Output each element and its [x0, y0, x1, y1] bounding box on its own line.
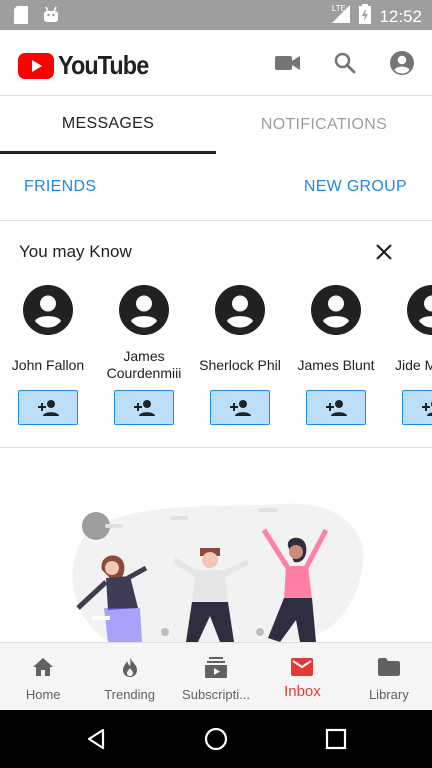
- friends-button[interactable]: FRIENDS: [24, 178, 96, 196]
- nav-label: Library: [368, 687, 409, 702]
- nav-library[interactable]: Library: [346, 643, 432, 710]
- divider: [0, 447, 432, 448]
- new-group-button[interactable]: NEW GROUP: [304, 178, 407, 196]
- search-icon[interactable]: [330, 48, 360, 78]
- sd-card-icon: [14, 6, 28, 29]
- add-friend-button[interactable]: [306, 390, 366, 425]
- avatar[interactable]: [118, 284, 170, 336]
- youtube-play-icon: [18, 52, 54, 79]
- signal-icon: [331, 4, 351, 29]
- logo-text: YouTube: [58, 50, 149, 80]
- inbox-tabs: MESSAGES NOTIFICATIONS: [0, 96, 432, 154]
- nav-subscriptions[interactable]: Subscripti...: [173, 643, 259, 710]
- nav-label: Home: [25, 687, 61, 702]
- recents-icon[interactable]: [321, 724, 351, 754]
- nav-label: Inbox: [284, 683, 321, 700]
- home-button-icon[interactable]: [201, 724, 231, 754]
- nav-home[interactable]: Home: [0, 643, 86, 710]
- avatar[interactable]: [214, 284, 266, 336]
- person-add-icon: [326, 399, 347, 416]
- action-row: FRIENDS NEW GROUP: [0, 154, 432, 221]
- nav-trending[interactable]: Trending: [86, 643, 172, 710]
- suggestions-title: You may Know: [19, 242, 132, 261]
- mail-icon: [290, 655, 314, 679]
- add-friend-button[interactable]: [210, 390, 270, 425]
- person-name: James Blunt: [297, 356, 375, 373]
- person-name: Sherlock Phil: [199, 356, 281, 373]
- bottom-navigation: Home Trending Subscripti... Inbox Librar…: [0, 642, 432, 710]
- suggestion-card: James Blunt: [288, 284, 384, 425]
- folder-icon: [377, 655, 401, 679]
- person-add-icon: [134, 399, 155, 416]
- add-friend-button[interactable]: [114, 390, 174, 425]
- youtube-logo[interactable]: YouTube: [18, 50, 158, 81]
- back-icon[interactable]: [81, 724, 111, 754]
- add-friend-button[interactable]: [18, 390, 78, 425]
- avatar[interactable]: [406, 284, 432, 336]
- suggestion-card: James Courdenmiii: [96, 284, 192, 425]
- person-name: Jide M: [395, 356, 432, 373]
- account-icon[interactable]: [387, 48, 417, 78]
- android-icon: [42, 6, 60, 29]
- close-icon[interactable]: [372, 240, 396, 264]
- home-icon: [31, 655, 55, 679]
- flame-icon: [118, 655, 142, 679]
- app-bar: YouTube: [0, 30, 432, 96]
- suggestion-card: Sherlock Phil: [192, 284, 288, 425]
- person-add-icon: [230, 399, 251, 416]
- battery-icon: [359, 4, 372, 29]
- person-name: James Courdenmiii: [106, 348, 182, 381]
- status-bar: LTE 12:52: [0, 0, 432, 30]
- nav-label: Trending: [104, 687, 156, 702]
- clock: 12:52: [379, 6, 422, 26]
- subscriptions-icon: [204, 655, 228, 679]
- suggestion-card: Jide M: [384, 284, 432, 425]
- nav-inbox[interactable]: Inbox: [259, 643, 345, 710]
- video-camera-icon[interactable]: [273, 48, 303, 78]
- suggestion-card: John Fallon: [0, 284, 96, 425]
- avatar[interactable]: [22, 284, 74, 336]
- person-add-icon: [38, 399, 59, 416]
- nav-label: Subscripti...: [182, 687, 250, 702]
- tab-notifications[interactable]: NOTIFICATIONS: [216, 96, 432, 154]
- person-name: John Fallon: [11, 356, 85, 373]
- avatar[interactable]: [310, 284, 362, 336]
- suggestions-list: John Fallon James Courdenmiii Sherlock P…: [0, 284, 432, 434]
- tab-messages[interactable]: MESSAGES: [0, 96, 216, 154]
- person-add-icon: [422, 400, 432, 416]
- system-navigation-bar: [0, 710, 432, 768]
- add-friend-button[interactable]: [402, 390, 432, 425]
- celebration-illustration: [72, 503, 364, 642]
